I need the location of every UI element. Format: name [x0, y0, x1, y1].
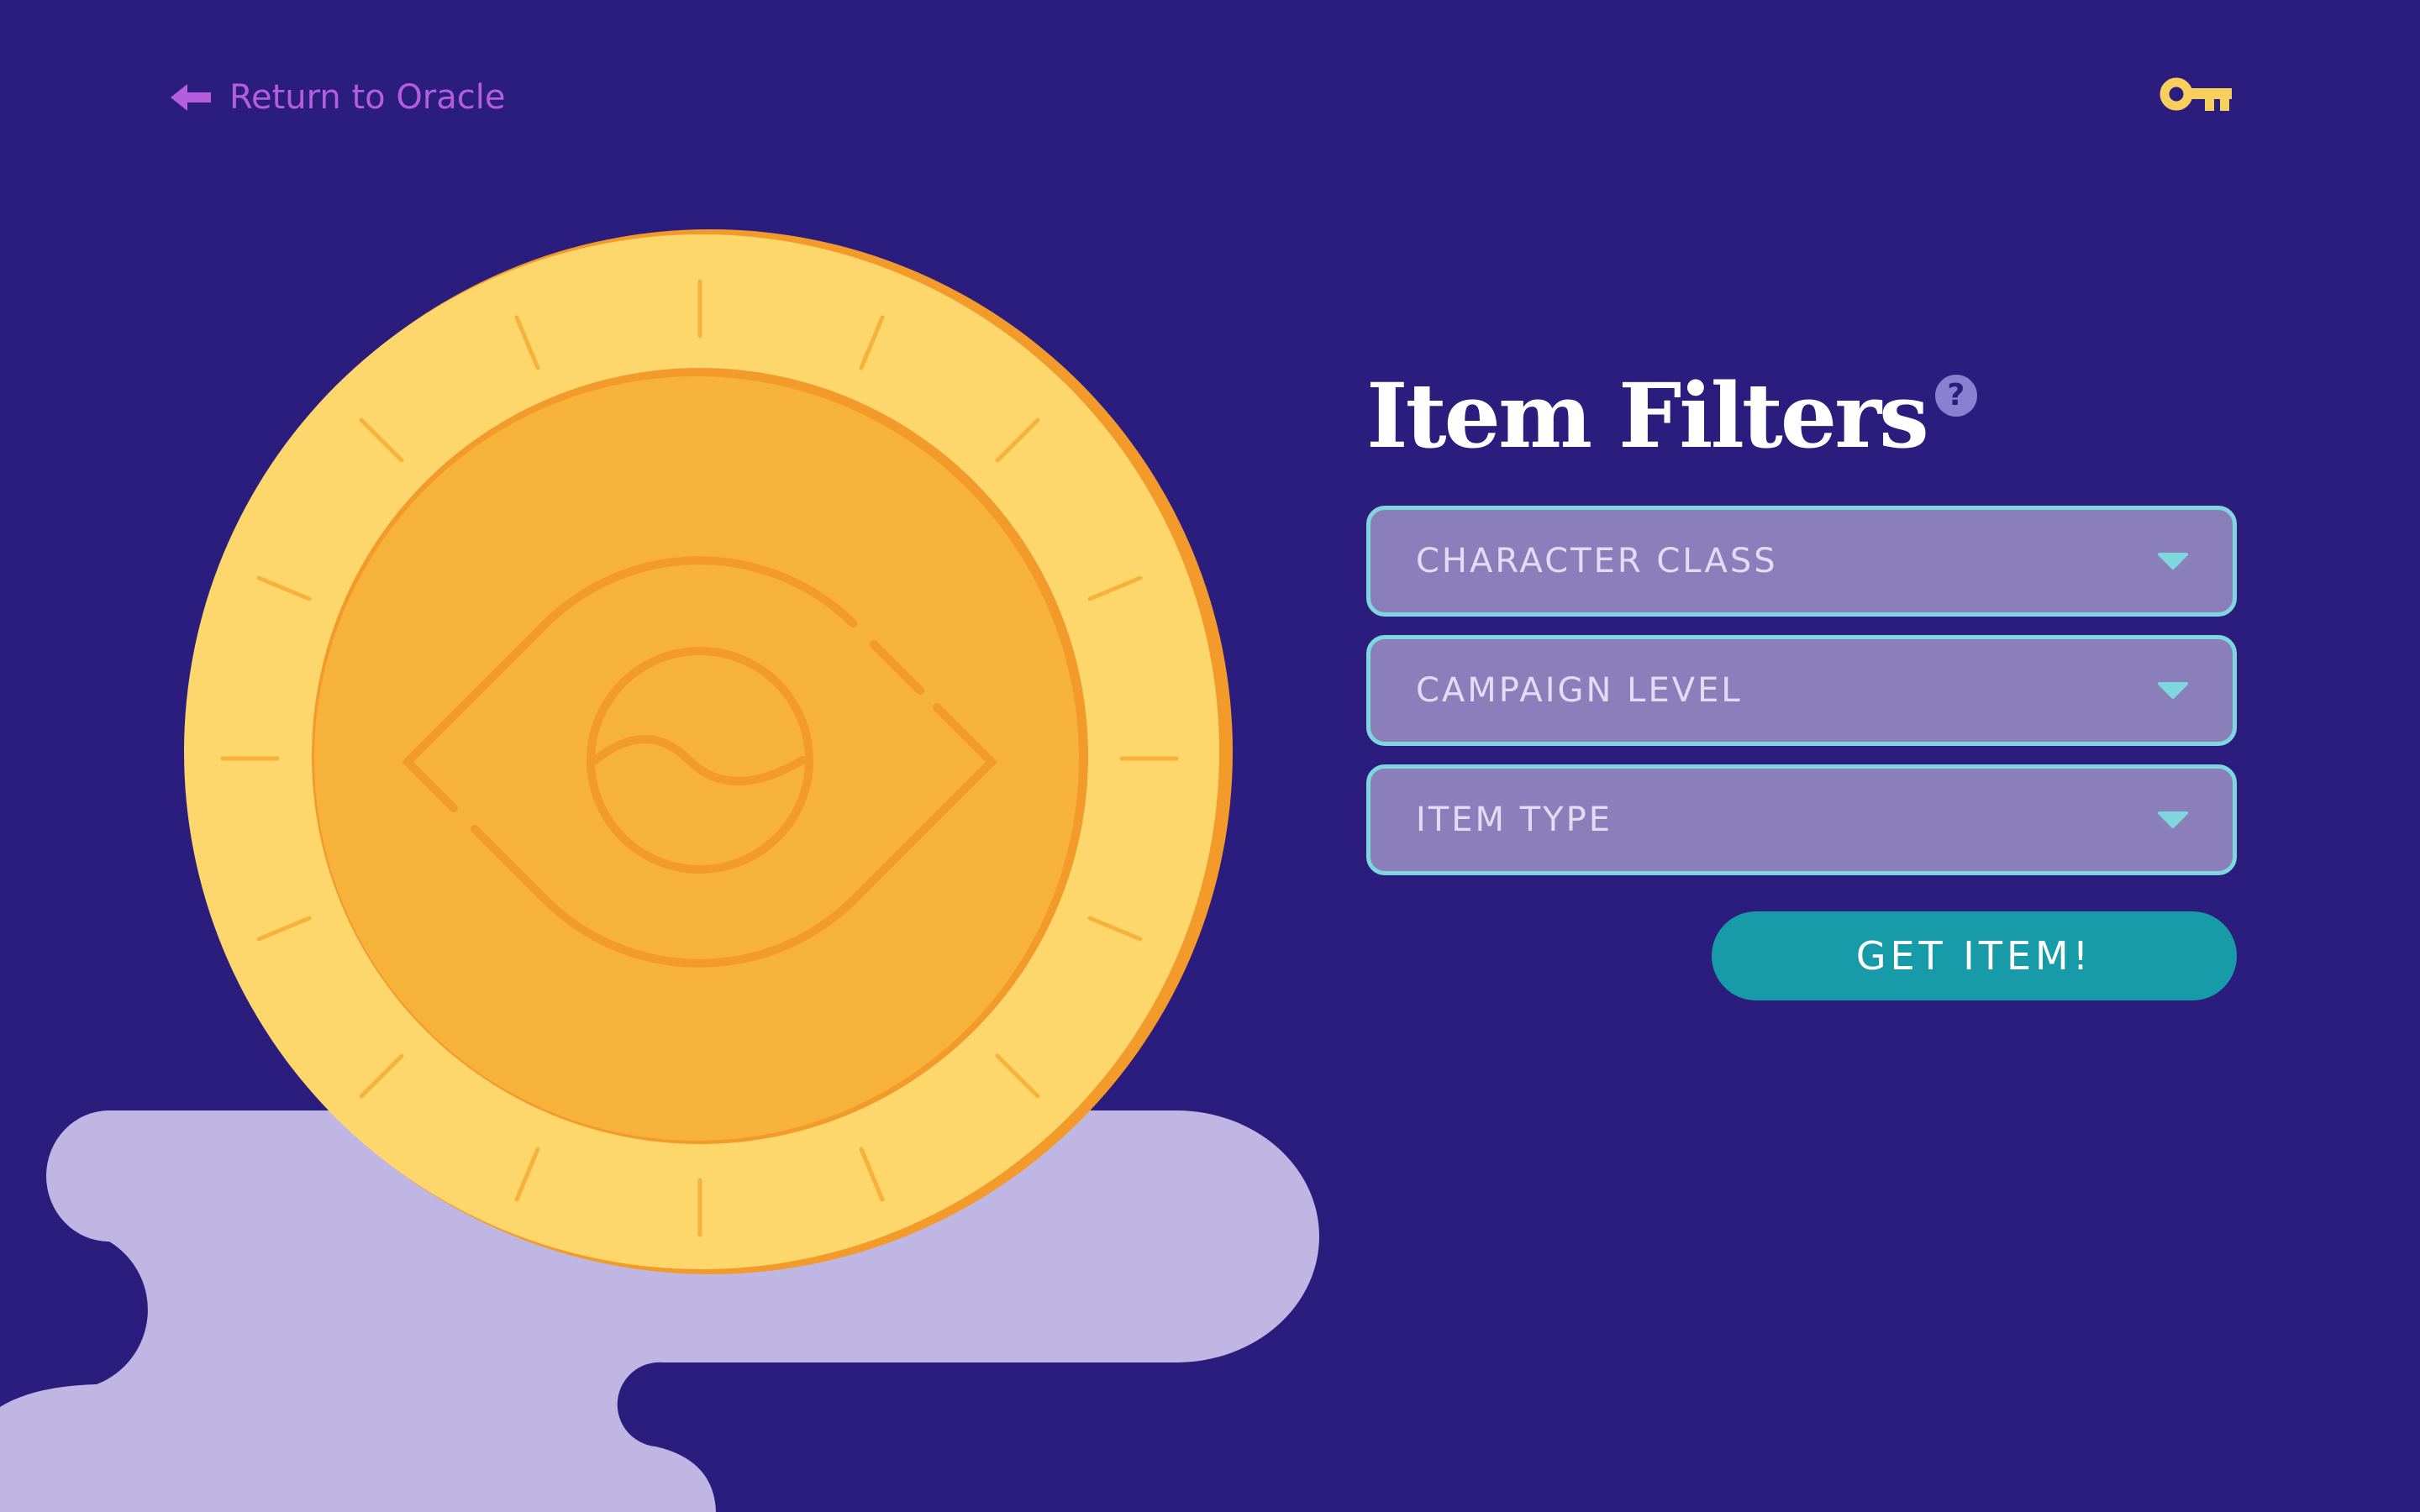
gold-coin	[184, 229, 1233, 1274]
item-type-label: ITEM TYPE	[1416, 801, 1612, 839]
filters-header: Item Filters ?	[1366, 361, 1977, 470]
chevron-down-icon	[2158, 553, 2188, 570]
campaign-level-dropdown[interactable]: CAMPAIGN LEVEL	[1366, 635, 2237, 746]
campaign-level-label: CAMPAIGN LEVEL	[1416, 671, 1743, 710]
chevron-down-icon	[2158, 811, 2188, 828]
item-type-dropdown[interactable]: ITEM TYPE	[1366, 764, 2237, 875]
coin-illustration	[0, 229, 1319, 1512]
character-class-dropdown[interactable]: CHARACTER CLASS	[1366, 506, 2237, 617]
chevron-down-icon	[2158, 682, 2188, 699]
help-icon[interactable]: ?	[1934, 375, 1977, 417]
get-item-button[interactable]: GET ITEM!	[1712, 911, 2237, 1000]
key-icon[interactable]	[2160, 76, 2233, 116]
character-class-label: CHARACTER CLASS	[1416, 542, 1778, 580]
page-title: Item Filters	[1366, 363, 1929, 468]
